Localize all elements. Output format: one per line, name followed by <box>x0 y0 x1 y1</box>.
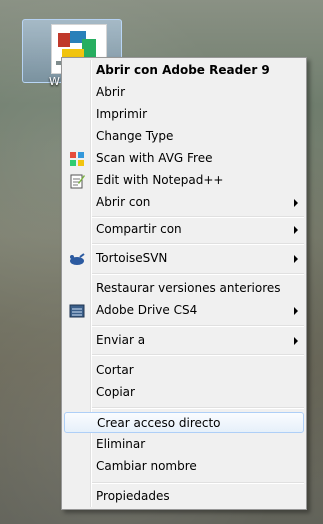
menu-item-adobe-drive[interactable]: Adobe Drive CS4 <box>64 300 304 321</box>
submenu-arrow-icon <box>294 337 298 345</box>
tortoise-icon <box>69 251 85 267</box>
menu-item-copy[interactable]: Copiar <box>64 382 304 403</box>
menu-item-properties[interactable]: Propiedades <box>64 486 304 507</box>
menu-item-tortoisesvn[interactable]: TortoiseSVN <box>64 248 304 269</box>
menu-separator <box>92 407 304 409</box>
submenu-arrow-icon <box>294 255 298 263</box>
menu-item-open[interactable]: Abrir <box>64 82 304 103</box>
avg-icon <box>69 151 85 167</box>
menu-separator <box>92 354 304 356</box>
menu-item-change-type[interactable]: Change Type <box>64 126 304 147</box>
menu-item-edit-notepad[interactable]: Edit with Notepad++ <box>64 170 304 191</box>
menu-separator <box>92 325 304 327</box>
menu-separator <box>92 482 304 484</box>
menu-item-open-with-adobe-reader[interactable]: Abrir con Adobe Reader 9 <box>64 60 304 81</box>
menu-separator <box>92 216 304 218</box>
submenu-arrow-icon <box>294 307 298 315</box>
menu-item-cut[interactable]: Cortar <box>64 360 304 381</box>
adobe-drive-icon <box>69 303 85 319</box>
notepad-icon <box>69 173 85 189</box>
menu-separator <box>92 243 304 245</box>
menu-item-scan-avg[interactable]: Scan with AVG Free <box>64 148 304 169</box>
submenu-arrow-icon <box>294 199 298 207</box>
menu-item-open-with[interactable]: Abrir con <box>64 192 304 213</box>
menu-item-delete[interactable]: Eliminar <box>64 434 304 455</box>
menu-item-send-to[interactable]: Enviar a <box>64 330 304 351</box>
menu-item-restore-previous-versions[interactable]: Restaurar versiones anteriores <box>64 278 304 299</box>
submenu-arrow-icon <box>294 226 298 234</box>
context-menu: Abrir con Adobe Reader 9 Abrir Imprimir … <box>61 57 307 510</box>
menu-item-create-shortcut[interactable]: Crear acceso directo <box>64 412 304 433</box>
menu-item-print[interactable]: Imprimir <box>64 104 304 125</box>
file-label: W <box>49 75 60 88</box>
menu-separator <box>92 273 304 275</box>
menu-item-share-with[interactable]: Compartir con <box>64 219 304 240</box>
menu-item-rename[interactable]: Cambiar nombre <box>64 456 304 477</box>
